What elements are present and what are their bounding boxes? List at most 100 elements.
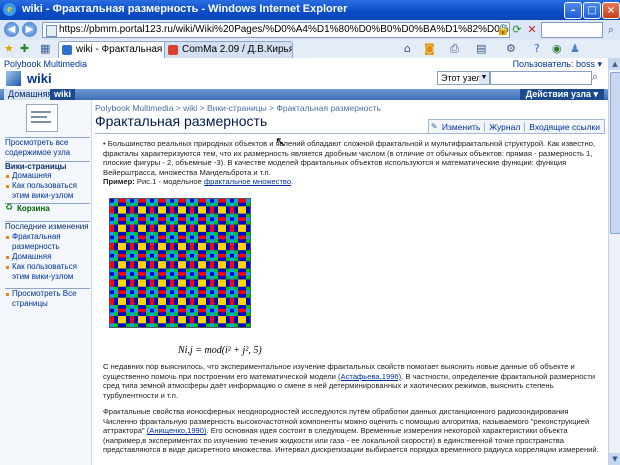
fractal-cell	[162, 220, 167, 225]
fractal-cell	[242, 206, 247, 211]
edit-tab[interactable]: Изменить	[429, 122, 484, 132]
nav-home[interactable]: Домашняя	[4, 89, 57, 100]
fractal-cell	[206, 275, 211, 280]
tab-list-icon[interactable]: ▦	[40, 42, 50, 55]
fractal-cell	[110, 242, 115, 247]
fractal-cell	[206, 308, 211, 313]
back-icon[interactable]: ◀	[4, 22, 19, 37]
fractal-cell	[242, 323, 247, 327]
view-all-pages-link[interactable]: Просмотреть Все страницы	[5, 289, 90, 309]
fractal-cell	[206, 253, 211, 258]
fractal-cell	[130, 257, 135, 262]
citation-link-1990[interactable]: (Анищенко,1990)	[147, 426, 207, 435]
site-search-input[interactable]	[490, 71, 592, 85]
stop-icon[interactable]: ✕	[525, 23, 539, 37]
home-icon[interactable]: ⌂	[404, 42, 411, 55]
recycle-bin-link[interactable]: Корзина	[5, 203, 90, 213]
fractal-cell	[222, 199, 227, 203]
site-actions-menu[interactable]: Действия узла ▾	[519, 89, 604, 100]
fractal-set-link[interactable]: фрактальное множество	[204, 177, 291, 186]
fractal-cell	[214, 231, 219, 236]
scroll-down-icon[interactable]: ▼	[609, 453, 620, 465]
user-menu[interactable]: Пользователь: boss ▾	[513, 59, 602, 70]
favorites-star-icon[interactable]: ★	[4, 42, 14, 55]
print-icon[interactable]: ⎙	[450, 42, 459, 56]
url-field[interactable]: https://pbmm.portal123.ru/wiki/Wiki%20Pa…	[42, 22, 510, 38]
fractal-cell	[122, 202, 127, 207]
fractal-cell	[222, 231, 227, 236]
fractal-cell	[234, 308, 239, 313]
fractal-cell	[114, 206, 119, 211]
paragraph-experiment: С недавних пор выяснилось, что экспериме…	[103, 362, 599, 400]
view-all-content-link[interactable]: Просмотреть все содержимое узла	[5, 138, 90, 158]
fractal-cell	[246, 279, 250, 284]
forward-icon[interactable]: ▶	[22, 22, 37, 37]
fractal-cell	[134, 250, 139, 255]
fractal-cell	[194, 224, 199, 229]
scroll-up-icon[interactable]: ▲	[609, 58, 620, 70]
fractal-cell	[166, 301, 171, 306]
research-icon[interactable]: ◉	[552, 42, 562, 55]
vertical-scrollbar[interactable]: ▲ ▼	[608, 58, 620, 465]
fractal-cell	[138, 228, 143, 233]
fractal-cell	[158, 250, 163, 255]
fractal-cell	[238, 261, 243, 266]
recent-link-home[interactable]: Домашняя	[5, 252, 90, 262]
fractal-cell	[118, 319, 123, 324]
nav-wiki[interactable]: wiki	[50, 89, 76, 100]
fractal-cell	[150, 239, 155, 244]
refresh-icon[interactable]: ⟳	[510, 23, 524, 37]
fractal-cell	[226, 312, 231, 317]
fractal-cell	[178, 253, 183, 258]
page-menu-icon[interactable]: ▤	[476, 42, 486, 55]
incoming-links-tab[interactable]: Входящие ссылки	[524, 122, 604, 132]
fractal-cell	[138, 264, 143, 269]
fractal-cell	[190, 242, 195, 247]
help-icon[interactable]: ?	[534, 42, 540, 55]
tab-comma[interactable]: ComMa 2.09 / Д.В.Кирьяно...	[164, 41, 293, 58]
fractal-cell	[130, 220, 135, 225]
fractal-cell	[130, 319, 135, 324]
fractal-cell	[158, 319, 163, 324]
fractal-cell	[194, 261, 199, 266]
fractal-cell	[170, 308, 175, 313]
site-name-link[interactable]: Polybook Multimedia	[4, 59, 87, 69]
add-favorite-icon[interactable]: ✚	[20, 42, 29, 55]
scroll-thumb[interactable]	[610, 72, 620, 234]
history-tab[interactable]: Журнал	[484, 122, 525, 132]
fractal-cell	[142, 257, 147, 262]
fractal-cell	[218, 257, 223, 262]
fractal-cell	[162, 275, 167, 280]
recent-link-howto[interactable]: Как пользоваться этим вики-узлом	[5, 262, 90, 282]
fractal-cell	[134, 275, 139, 280]
fractal-cell	[234, 301, 239, 306]
fractal-cell	[226, 239, 231, 244]
fractal-cell	[146, 301, 151, 306]
fractal-cell	[222, 224, 227, 229]
fractal-cell	[142, 301, 147, 306]
messenger-icon[interactable]: ♟	[570, 42, 580, 55]
ie-search-input[interactable]	[541, 22, 603, 38]
search-icon[interactable]: ⌕	[604, 23, 618, 37]
tab-wiki[interactable]: wiki - Фрактальная разм... ✕	[58, 41, 180, 58]
lock-icon[interactable]: 🔒	[496, 23, 510, 37]
fractal-cell	[146, 305, 151, 310]
search-scope-select[interactable]: Этот узел ▼	[437, 71, 490, 85]
minimize-button[interactable]: –	[564, 2, 582, 19]
recent-link-fractal[interactable]: Фрактальная размерность	[5, 232, 90, 252]
fractal-cell	[186, 202, 191, 207]
fractal-cell	[186, 253, 191, 258]
wiki-pages-header[interactable]: Вики-страницы	[5, 162, 90, 171]
nav-link-home[interactable]: Домашняя	[5, 171, 90, 181]
nav-link-howto[interactable]: Как пользоваться этим вики-узлом	[5, 181, 90, 201]
tools-menu-icon[interactable]: ⚙	[506, 42, 516, 55]
fractal-cell	[150, 261, 155, 266]
citation-link-1996[interactable]: (Астафьева,1996)	[338, 372, 401, 381]
wiki-title[interactable]: wiki	[27, 71, 52, 86]
close-button[interactable]: ×	[602, 2, 620, 19]
maximize-button[interactable]: □	[583, 2, 601, 19]
feeds-icon[interactable]: ◙	[424, 42, 435, 55]
site-search-icon[interactable]: ⌕	[592, 70, 598, 84]
fractal-cell	[210, 301, 215, 306]
breadcrumb[interactable]: Polybook Multimedia > wiki > Вики-страни…	[95, 103, 381, 113]
